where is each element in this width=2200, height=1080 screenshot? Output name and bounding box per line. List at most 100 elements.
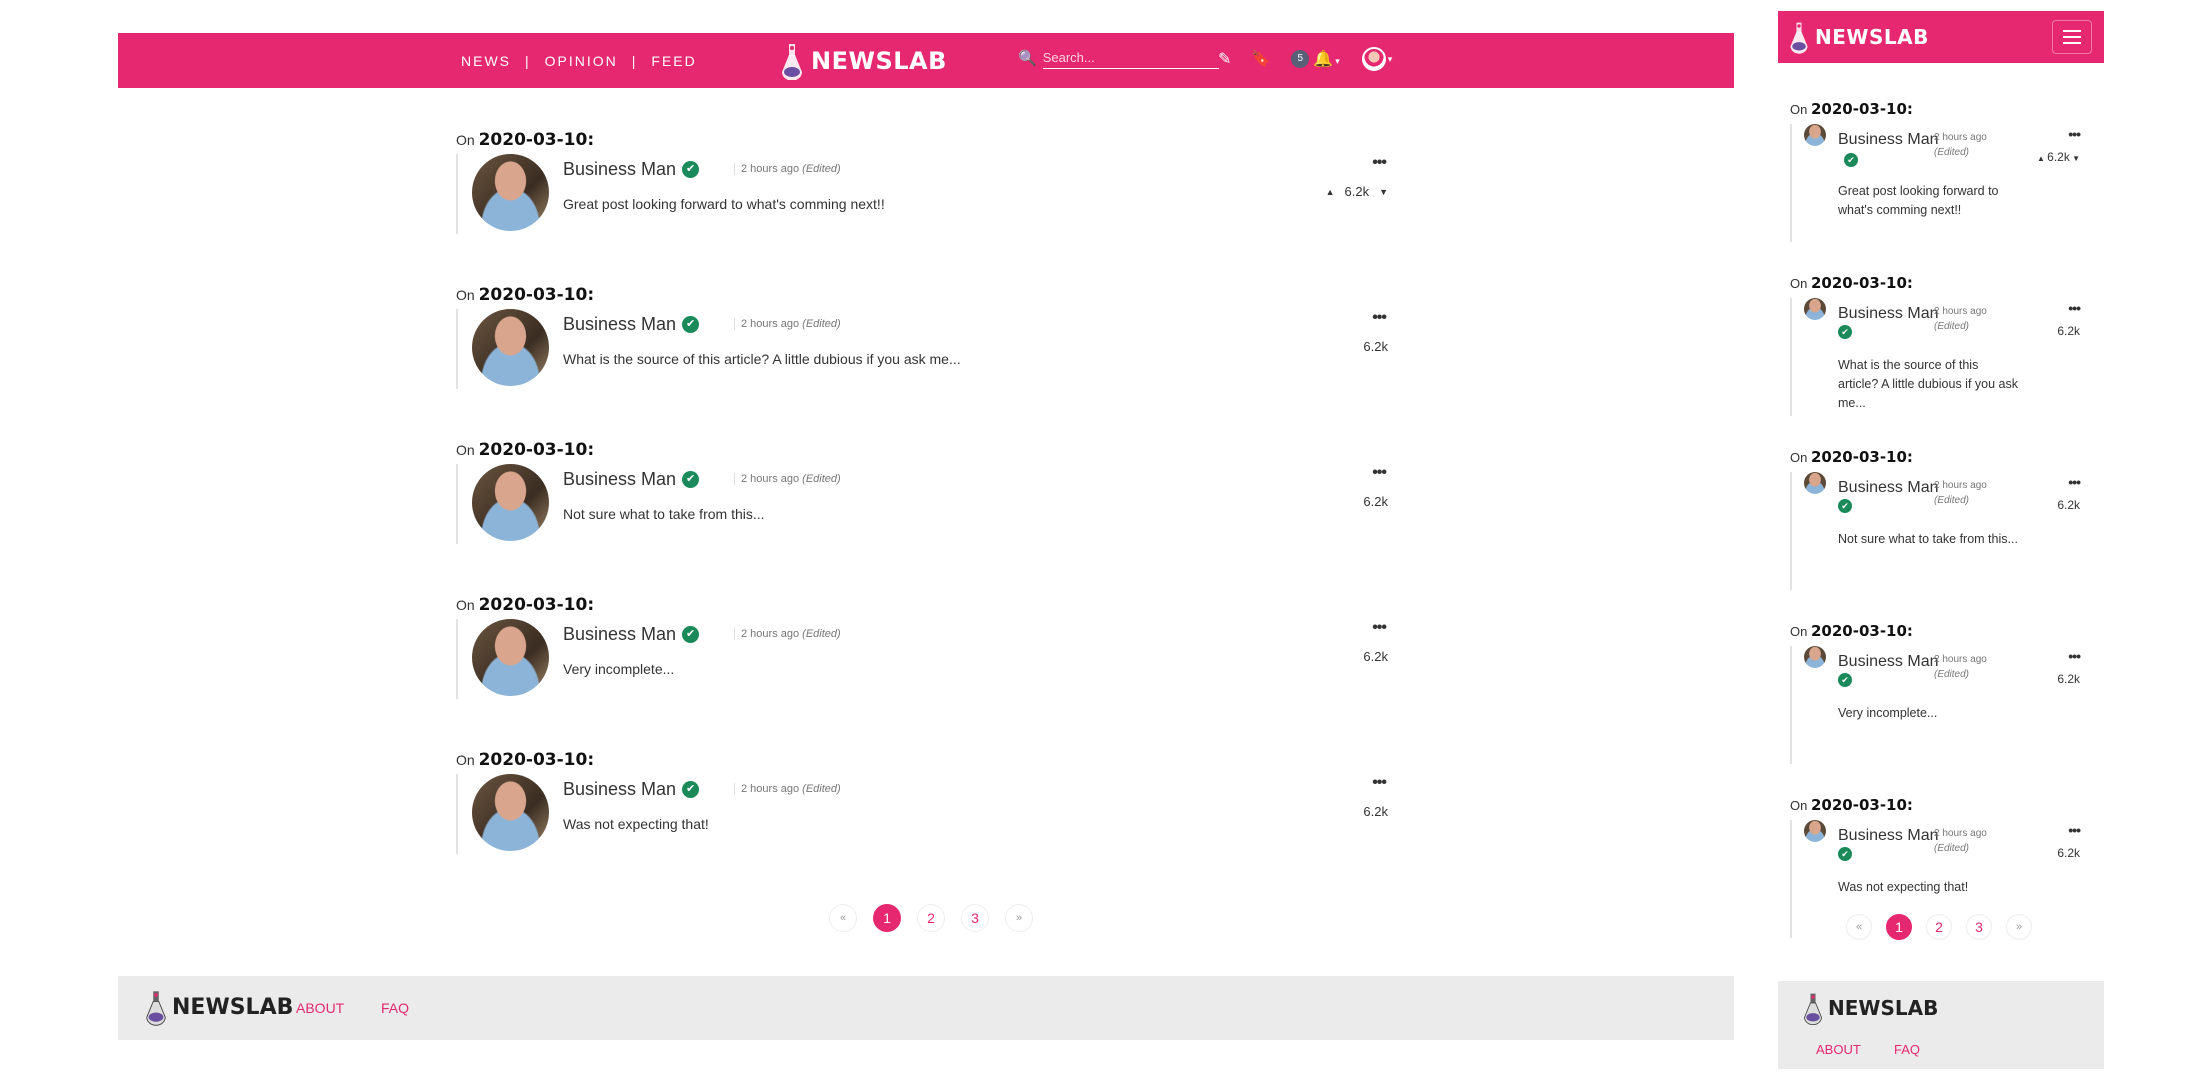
footer-faq-link[interactable]: FAQ xyxy=(1894,1042,1920,1057)
avatar[interactable] xyxy=(472,619,549,696)
comment: On 2020-03-10: Business Man ✔ 2 hours ago (E… xyxy=(1790,448,2100,590)
chevron-down-icon: ▾ xyxy=(1335,56,1340,66)
downvote-icon[interactable]: ▼ xyxy=(1379,187,1388,197)
more-options-icon[interactable]: ••• xyxy=(1372,774,1387,792)
flask-icon xyxy=(1804,993,1822,1025)
pagination-page-2[interactable]: 2 xyxy=(1926,914,1952,940)
pagination-prev[interactable]: « xyxy=(1846,914,1872,940)
comment-row: Business Man ✔ 2 hours ago (Edited) Very in… xyxy=(456,619,1396,699)
brand-name: NEWSLAB xyxy=(1828,996,1939,1020)
more-options-icon[interactable]: ••• xyxy=(1372,619,1387,637)
comment-timestamp: 2 hours ago (Edited) xyxy=(1934,826,1987,856)
comment-date-line: On 2020-03-10: xyxy=(1790,622,2100,640)
comment: On 2020-03-10: Business Man ✔ 2 hours ago (… xyxy=(456,595,1396,699)
nav-opinion[interactable]: OPINION xyxy=(545,53,618,69)
avatar[interactable] xyxy=(1804,472,1826,494)
downvote-icon[interactable]: ▼ xyxy=(2070,154,2080,163)
nav-feed[interactable]: FEED xyxy=(651,53,696,69)
search-icon[interactable]: 🔍 xyxy=(1018,49,1037,67)
comment-text: What is the source of this article? A li… xyxy=(563,351,961,367)
more-options-icon[interactable]: ••• xyxy=(2068,126,2081,142)
comment-text: Not sure what to take from this... xyxy=(563,506,765,522)
more-options-icon[interactable]: ••• xyxy=(1372,154,1387,172)
menu-line xyxy=(2063,42,2081,44)
comment-date: 2020-03-10: xyxy=(1810,622,1913,640)
comment-author[interactable]: Business Man ✔ xyxy=(1838,478,1948,513)
comment-author[interactable]: Business Man ✔ xyxy=(1838,826,1948,861)
on-label: On xyxy=(1790,798,1808,813)
comment-text: Very incomplete... xyxy=(563,661,675,677)
chevron-down-icon[interactable]: ▾ xyxy=(1388,54,1393,65)
desktop-header: NEWS | OPINION | FEED NEWSLAB 🔍 ✎ 🔖 5 🔔▾… xyxy=(118,33,1734,88)
footer-about-link[interactable]: ABOUT xyxy=(1816,1042,1861,1057)
vote-count: 6.2k xyxy=(2057,324,2080,338)
user-avatar[interactable] xyxy=(1361,47,1386,71)
vote-count: 6.2k xyxy=(1344,184,1370,199)
brand-logo[interactable]: NEWSLAB xyxy=(779,39,947,82)
comment-author[interactable]: Business Man ✔ xyxy=(1838,652,1948,687)
pagination-next[interactable]: » xyxy=(1005,904,1033,932)
pagination-page-1[interactable]: 1 xyxy=(873,904,901,932)
comment-author[interactable]: Business Man ✔ xyxy=(1838,304,1948,339)
more-options-icon[interactable]: ••• xyxy=(2068,300,2081,316)
search-input[interactable] xyxy=(1042,47,1219,69)
comment-author[interactable]: Business Man ✔ xyxy=(563,779,700,800)
avatar[interactable] xyxy=(472,464,549,541)
comment-author[interactable]: Business Man ✔ xyxy=(563,159,700,180)
vote-controls: ▲ 6.2k ▼ xyxy=(1316,184,1388,199)
bell-icon[interactable]: 🔔 ▾ xyxy=(1313,49,1339,69)
edit-icon[interactable]: ✎ xyxy=(1218,49,1231,69)
more-options-icon[interactable]: ••• xyxy=(2068,822,2081,838)
more-options-icon[interactable]: ••• xyxy=(2068,648,2081,664)
nav-news[interactable]: NEWS xyxy=(461,53,511,69)
hamburger-menu-button[interactable] xyxy=(2052,20,2092,54)
main-nav: NEWS | OPINION | FEED xyxy=(461,33,697,88)
avatar[interactable] xyxy=(472,309,549,386)
comment-row: Business Man ✔ 2 hours ago (Edited) Not sur… xyxy=(456,464,1396,544)
edited-label: (Edited) xyxy=(1934,669,1970,680)
mobile-pagination: « 1 2 3 » xyxy=(1846,914,2048,940)
mobile-footer: NEWSLAB ABOUT FAQ xyxy=(1778,981,2104,1069)
notification-count-badge: 5 xyxy=(1291,50,1310,68)
comment-text: Not sure what to take from this... xyxy=(1838,532,2018,546)
pagination-page-1[interactable]: 1 xyxy=(1886,914,1912,940)
comment-date: 2020-03-10: xyxy=(1810,796,1913,814)
brand-name: NEWSLAB xyxy=(1815,25,1929,49)
comment-author[interactable]: Business Man ✔ xyxy=(563,469,700,490)
upvote-icon[interactable]: ▲ xyxy=(2037,154,2047,163)
bookmark-icon[interactable]: 🔖 xyxy=(1251,49,1271,69)
footer-logo[interactable]: NEWSLAB xyxy=(1802,991,1938,1025)
vote-count: 6.2k xyxy=(2057,498,2080,512)
comment-author[interactable]: Business Man ✔ xyxy=(1838,130,1948,168)
footer-logo[interactable]: NEWSLAB xyxy=(144,988,293,1026)
more-options-icon[interactable]: ••• xyxy=(2068,474,2081,490)
footer-faq-link[interactable]: FAQ xyxy=(381,1000,409,1016)
avatar[interactable] xyxy=(472,774,549,851)
pagination-page-3[interactable]: 3 xyxy=(961,904,989,932)
upvote-icon[interactable]: ▲ xyxy=(1326,187,1335,197)
comment-author[interactable]: Business Man ✔ xyxy=(563,314,700,335)
brand-name: NEWSLAB xyxy=(811,46,947,75)
brand-logo[interactable]: NEWSLAB xyxy=(1788,17,1929,57)
author-name: Business Man xyxy=(563,469,677,489)
avatar[interactable] xyxy=(1804,124,1826,146)
vote-controls: 6.2k xyxy=(1363,339,1388,354)
desktop-footer: NEWSLAB ABOUT FAQ xyxy=(118,976,1734,1040)
pagination-prev[interactable]: « xyxy=(829,904,857,932)
on-label: On xyxy=(456,442,475,458)
avatar[interactable] xyxy=(1804,646,1826,668)
pagination-next[interactable]: » xyxy=(2006,914,2032,940)
comment-author[interactable]: Business Man ✔ xyxy=(563,624,700,645)
pagination-page-2[interactable]: 2 xyxy=(917,904,945,932)
footer-about-link[interactable]: ABOUT xyxy=(296,1000,344,1016)
more-options-icon[interactable]: ••• xyxy=(1372,464,1387,482)
on-label: On xyxy=(456,752,475,768)
comment-timestamp: 2 hours ago (Edited) xyxy=(1934,304,1987,334)
avatar[interactable] xyxy=(1804,820,1826,842)
more-options-icon[interactable]: ••• xyxy=(1372,309,1387,327)
time-ago: 2 hours ago xyxy=(1934,132,1987,143)
pagination-page-3[interactable]: 3 xyxy=(1966,914,1992,940)
avatar[interactable] xyxy=(472,154,549,231)
avatar[interactable] xyxy=(1804,298,1826,320)
author-name: Business Man xyxy=(563,624,677,644)
